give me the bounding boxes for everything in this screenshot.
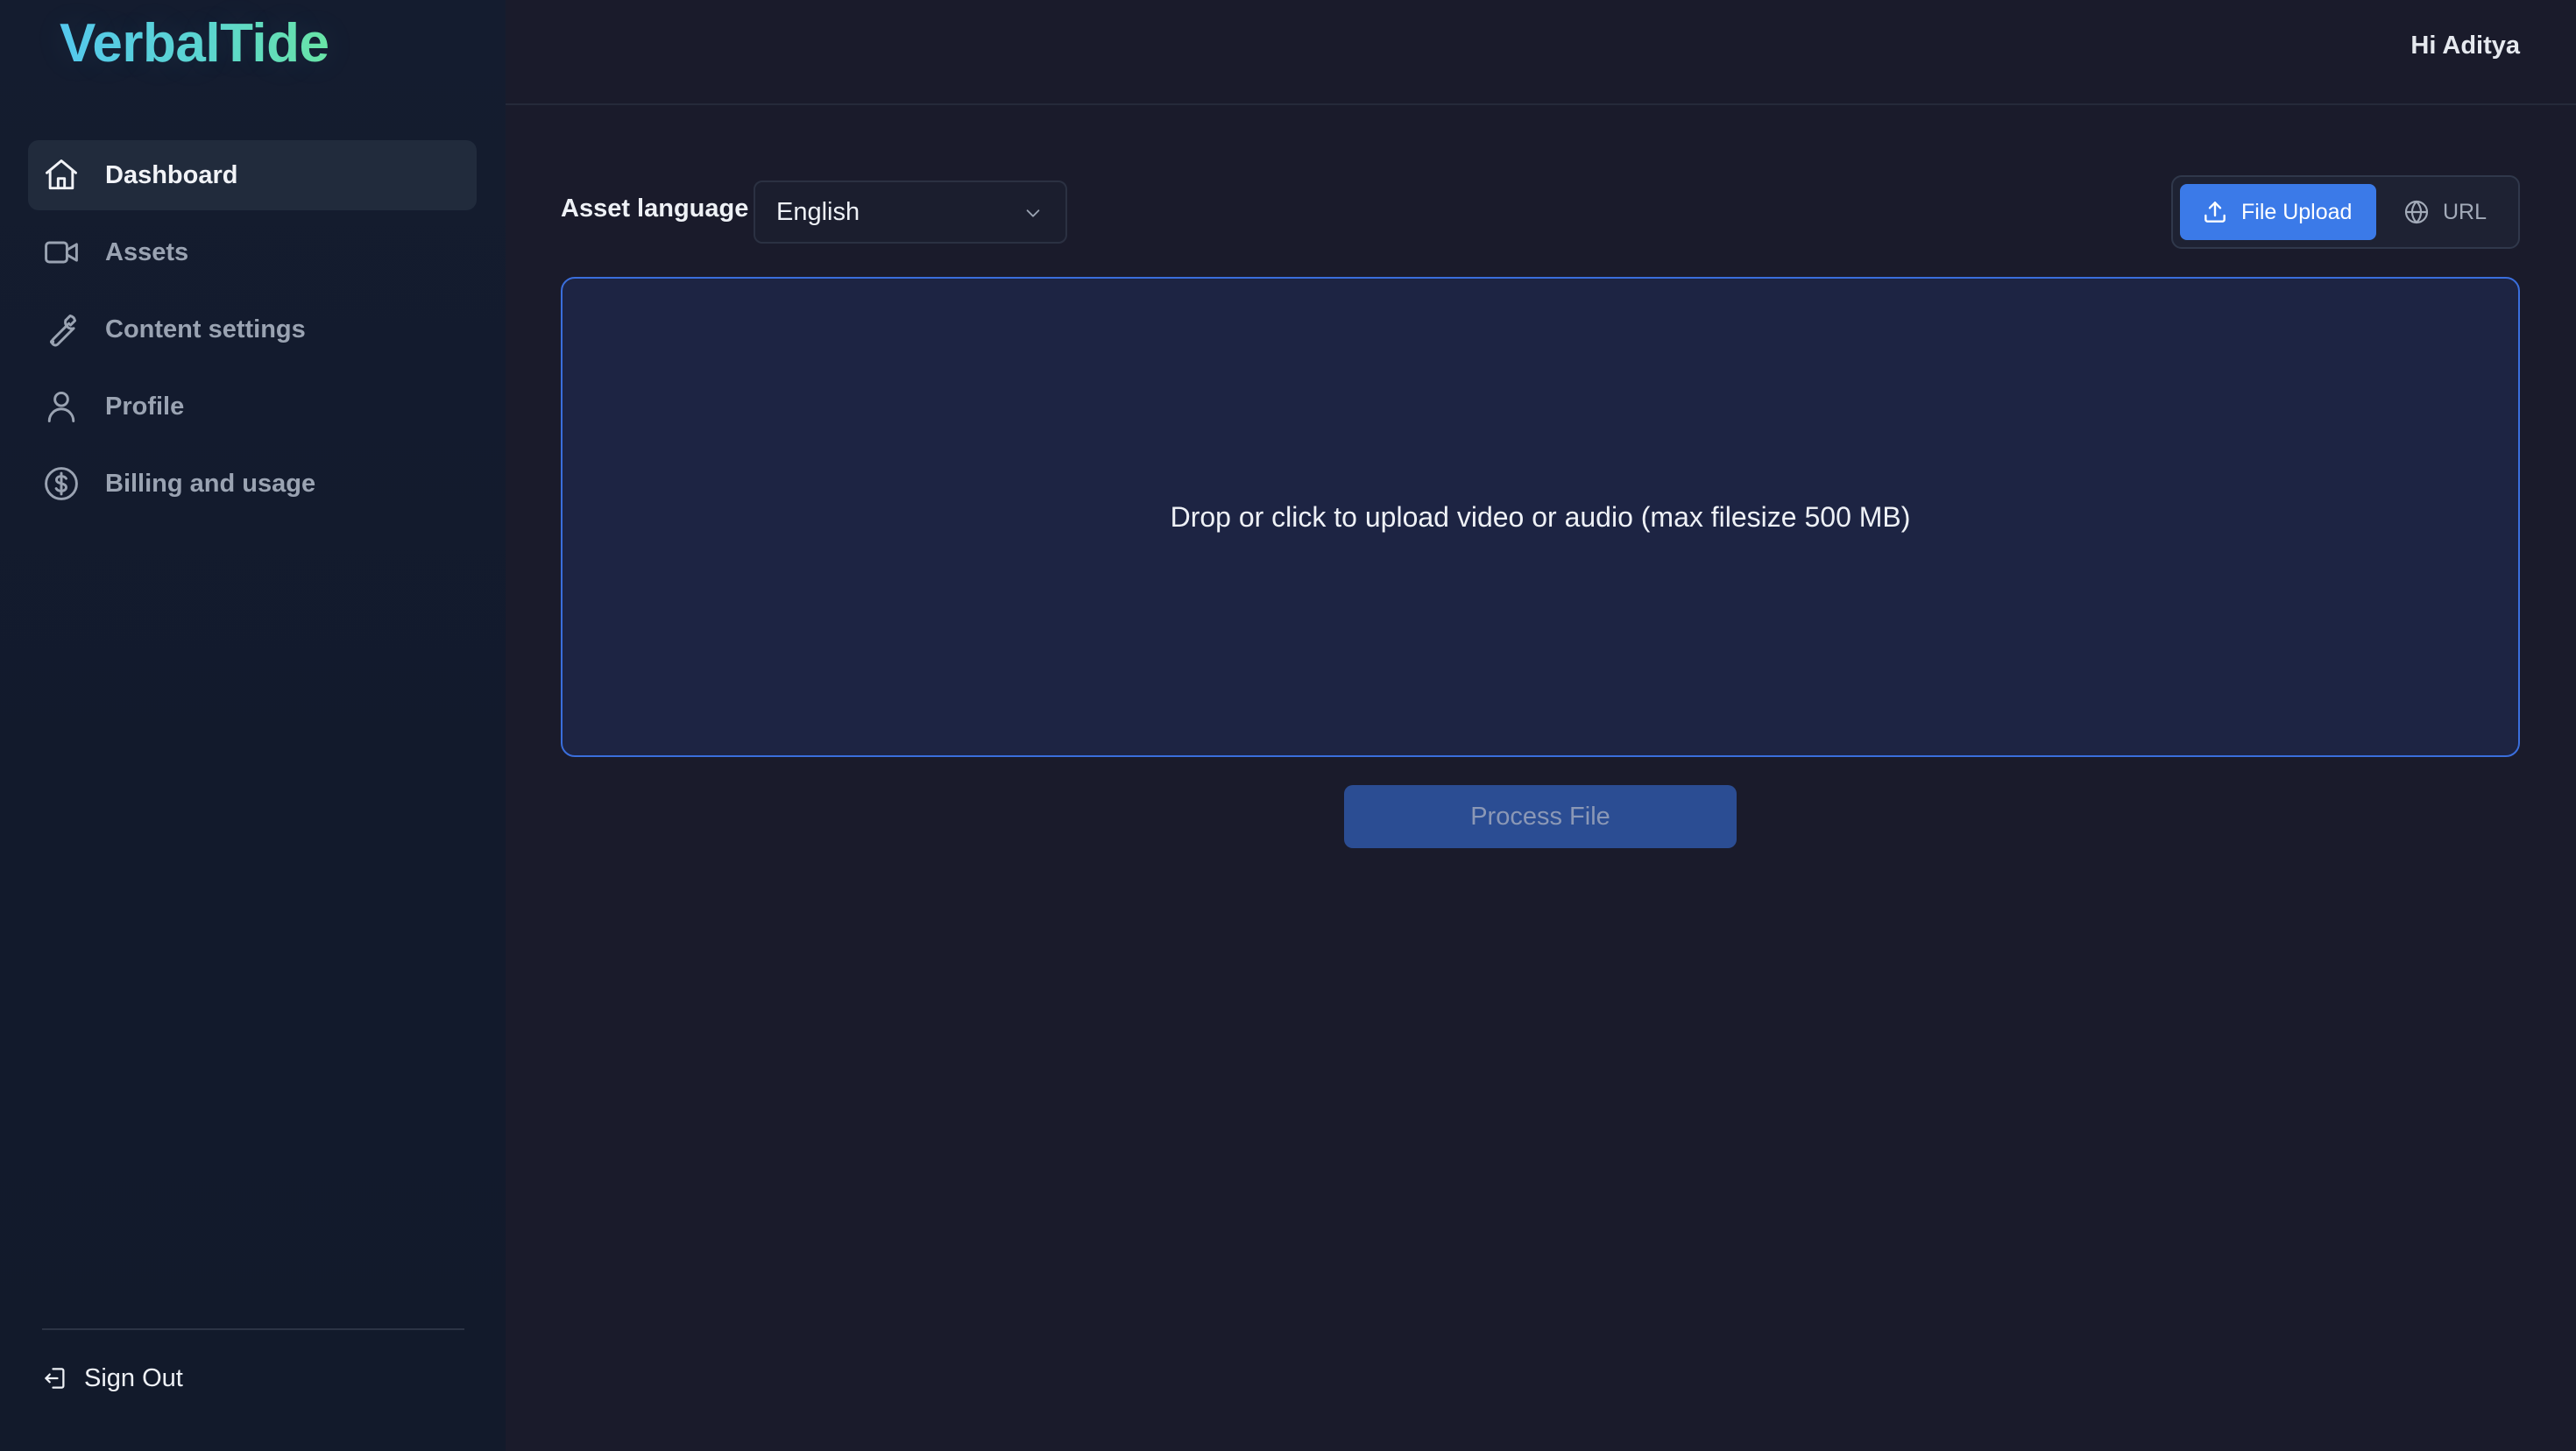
- asset-language-label: Asset language: [561, 195, 749, 223]
- sidebar: VerbalTide Dashboard Assets Content sett…: [0, 0, 506, 1451]
- sidebar-item-label: Assets: [105, 238, 189, 266]
- source-toggle: File Upload URL: [2171, 175, 2520, 249]
- sidebar-item-billing[interactable]: Billing and usage: [28, 449, 477, 519]
- home-icon: [46, 159, 77, 190]
- sidebar-item-label: Profile: [105, 393, 185, 421]
- app-logo[interactable]: VerbalTide: [60, 12, 329, 74]
- chevron-down-icon: [1026, 209, 1040, 217]
- sidebar-item-assets[interactable]: Assets: [28, 217, 477, 287]
- sign-out-icon: [45, 1368, 65, 1389]
- wrench-icon: [49, 314, 77, 347]
- sidebar-item-content-settings[interactable]: Content settings: [28, 294, 477, 365]
- asset-language-value: English: [776, 198, 860, 226]
- upload-icon: [2204, 202, 2226, 223]
- url-tab[interactable]: URL: [2381, 184, 2509, 240]
- sidebar-item-label: Dashboard: [105, 161, 238, 189]
- sidebar-nav: Dashboard Assets Content settings Profil…: [28, 140, 477, 526]
- sidebar-divider: [42, 1328, 464, 1330]
- sign-out-button[interactable]: Sign Out: [42, 1356, 183, 1400]
- dollar-circle-icon: [45, 467, 78, 500]
- url-label: URL: [2443, 199, 2488, 224]
- asset-language-select[interactable]: English: [754, 180, 1067, 244]
- app-window: VerbalTide Dashboard Assets Content sett…: [0, 0, 2576, 1451]
- file-upload-label: File Upload: [2241, 199, 2353, 224]
- top-header: Hi Aditya: [506, 0, 2576, 105]
- sidebar-item-label: Content settings: [105, 315, 306, 343]
- sidebar-item-label: Billing and usage: [105, 470, 316, 498]
- dropzone-text: Drop or click to upload video or audio (…: [1170, 500, 1911, 533]
- video-camera-icon: [45, 241, 78, 264]
- globe-icon: [2404, 200, 2429, 224]
- sidebar-item-profile[interactable]: Profile: [28, 372, 477, 442]
- sidebar-item-dashboard[interactable]: Dashboard: [28, 140, 477, 210]
- file-upload-tab[interactable]: File Upload: [2180, 184, 2376, 240]
- user-icon: [47, 391, 75, 422]
- sign-out-label: Sign Out: [84, 1363, 183, 1392]
- process-file-button[interactable]: Process File: [1344, 785, 1737, 848]
- user-greeting: Hi Aditya: [2410, 32, 2520, 60]
- upload-dropzone[interactable]: Drop or click to upload video or audio (…: [561, 277, 2520, 757]
